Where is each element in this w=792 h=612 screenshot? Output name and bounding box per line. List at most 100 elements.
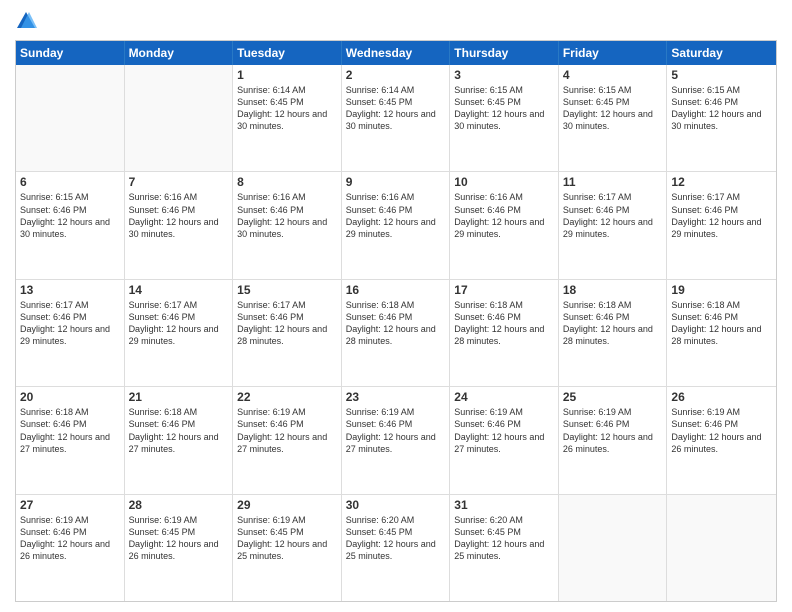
weekday-header: Sunday bbox=[16, 41, 125, 65]
day-info: Sunrise: 6:18 AM Sunset: 6:46 PM Dayligh… bbox=[454, 299, 554, 348]
calendar-cell: 30 Sunrise: 6:20 AM Sunset: 6:45 PM Dayli… bbox=[342, 495, 451, 601]
weekday-header: Tuesday bbox=[233, 41, 342, 65]
calendar-cell: 7Sunrise: 6:16 AM Sunset: 6:46 PM Daylig… bbox=[125, 172, 234, 278]
calendar: SundayMondayTuesdayWednesdayThursdayFrid… bbox=[15, 40, 777, 602]
calendar-cell: 28Sunrise: 6:19 AM Sunset: 6:45 PM Dayli… bbox=[125, 495, 234, 601]
day-info: Sunrise: 6:17 AM Sunset: 6:46 PM Dayligh… bbox=[671, 191, 772, 240]
day-number: 7 bbox=[129, 175, 229, 189]
calendar-cell: 9 Sunrise: 6:16 AM Sunset: 6:46 PM Daylig… bbox=[342, 172, 451, 278]
logo bbox=[15, 10, 41, 32]
day-number: 23 bbox=[346, 390, 446, 404]
day-number: 31 bbox=[454, 498, 554, 512]
day-info: Sunrise: 6:20 AM Sunset: 6:45 PM Dayligh… bbox=[454, 514, 554, 563]
day-number: 14 bbox=[129, 283, 229, 297]
calendar-cell: 16 Sunrise: 6:18 AM Sunset: 6:46 PM Dayli… bbox=[342, 280, 451, 386]
day-number: 25 bbox=[563, 390, 663, 404]
day-number: 19 bbox=[671, 283, 772, 297]
day-info: Sunrise: 6:19 AM Sunset: 6:45 PM Dayligh… bbox=[237, 514, 337, 563]
calendar-cell: 4Sunrise: 6:15 AM Sunset: 6:45 PM Daylig… bbox=[559, 65, 668, 171]
calendar-cell: 15 Sunrise: 6:17 AM Sunset: 6:46 PM Dayli… bbox=[233, 280, 342, 386]
day-info: Sunrise: 6:18 AM Sunset: 6:46 PM Dayligh… bbox=[346, 299, 446, 348]
day-number: 6 bbox=[20, 175, 120, 189]
calendar-cell: 25Sunrise: 6:19 AM Sunset: 6:46 PM Dayli… bbox=[559, 387, 668, 493]
day-number: 18 bbox=[563, 283, 663, 297]
day-info: Sunrise: 6:19 AM Sunset: 6:46 PM Dayligh… bbox=[454, 406, 554, 455]
day-number: 15 bbox=[237, 283, 337, 297]
day-number: 22 bbox=[237, 390, 337, 404]
calendar-cell: 24Sunrise: 6:19 AM Sunset: 6:46 PM Dayli… bbox=[450, 387, 559, 493]
calendar-cell: 27 Sunrise: 6:19 AM Sunset: 6:46 PM Dayli… bbox=[16, 495, 125, 601]
calendar-cell: 20Sunrise: 6:18 AM Sunset: 6:46 PM Dayli… bbox=[16, 387, 125, 493]
day-number: 8 bbox=[237, 175, 337, 189]
calendar-cell: 3 Sunrise: 6:15 AM Sunset: 6:45 PM Daylig… bbox=[450, 65, 559, 171]
calendar-row: 13 Sunrise: 6:17 AM Sunset: 6:46 PM Dayli… bbox=[16, 280, 776, 387]
calendar-cell: 23 Sunrise: 6:19 AM Sunset: 6:46 PM Dayli… bbox=[342, 387, 451, 493]
calendar-row: 20Sunrise: 6:18 AM Sunset: 6:46 PM Dayli… bbox=[16, 387, 776, 494]
weekday-header: Saturday bbox=[667, 41, 776, 65]
day-info: Sunrise: 6:19 AM Sunset: 6:46 PM Dayligh… bbox=[20, 514, 120, 563]
day-info: Sunrise: 6:19 AM Sunset: 6:46 PM Dayligh… bbox=[671, 406, 772, 455]
day-number: 26 bbox=[671, 390, 772, 404]
weekday-header: Friday bbox=[559, 41, 668, 65]
day-number: 16 bbox=[346, 283, 446, 297]
calendar-cell: 31 Sunrise: 6:20 AM Sunset: 6:45 PM Dayli… bbox=[450, 495, 559, 601]
day-number: 12 bbox=[671, 175, 772, 189]
day-info: Sunrise: 6:17 AM Sunset: 6:46 PM Dayligh… bbox=[237, 299, 337, 348]
calendar-cell: 13 Sunrise: 6:17 AM Sunset: 6:46 PM Dayli… bbox=[16, 280, 125, 386]
calendar-cell: 22 Sunrise: 6:19 AM Sunset: 6:46 PM Dayli… bbox=[233, 387, 342, 493]
calendar-cell: 2Sunrise: 6:14 AM Sunset: 6:45 PM Daylig… bbox=[342, 65, 451, 171]
day-number: 5 bbox=[671, 68, 772, 82]
calendar-cell: 12 Sunrise: 6:17 AM Sunset: 6:46 PM Dayli… bbox=[667, 172, 776, 278]
calendar-cell: 19 Sunrise: 6:18 AM Sunset: 6:46 PM Dayli… bbox=[667, 280, 776, 386]
calendar-cell: 8 Sunrise: 6:16 AM Sunset: 6:46 PM Daylig… bbox=[233, 172, 342, 278]
day-info: Sunrise: 6:19 AM Sunset: 6:46 PM Dayligh… bbox=[237, 406, 337, 455]
day-number: 13 bbox=[20, 283, 120, 297]
day-info: Sunrise: 6:18 AM Sunset: 6:46 PM Dayligh… bbox=[129, 406, 229, 455]
calendar-cell bbox=[559, 495, 668, 601]
calendar-cell bbox=[125, 65, 234, 171]
day-info: Sunrise: 6:17 AM Sunset: 6:46 PM Dayligh… bbox=[129, 299, 229, 348]
calendar-cell: 14 Sunrise: 6:17 AM Sunset: 6:46 PM Dayli… bbox=[125, 280, 234, 386]
calendar-row: 27 Sunrise: 6:19 AM Sunset: 6:46 PM Dayli… bbox=[16, 495, 776, 601]
weekday-header: Thursday bbox=[450, 41, 559, 65]
day-info: Sunrise: 6:20 AM Sunset: 6:45 PM Dayligh… bbox=[346, 514, 446, 563]
day-info: Sunrise: 6:14 AM Sunset: 6:45 PM Dayligh… bbox=[237, 84, 337, 133]
day-number: 27 bbox=[20, 498, 120, 512]
page: SundayMondayTuesdayWednesdayThursdayFrid… bbox=[0, 0, 792, 612]
day-number: 11 bbox=[563, 175, 663, 189]
calendar-cell bbox=[16, 65, 125, 171]
calendar-cell: 29 Sunrise: 6:19 AM Sunset: 6:45 PM Dayli… bbox=[233, 495, 342, 601]
calendar-header: SundayMondayTuesdayWednesdayThursdayFrid… bbox=[16, 41, 776, 65]
calendar-cell: 21 Sunrise: 6:18 AM Sunset: 6:46 PM Dayli… bbox=[125, 387, 234, 493]
calendar-cell: 26 Sunrise: 6:19 AM Sunset: 6:46 PM Dayli… bbox=[667, 387, 776, 493]
day-number: 2 bbox=[346, 68, 446, 82]
day-info: Sunrise: 6:15 AM Sunset: 6:45 PM Dayligh… bbox=[563, 84, 663, 133]
day-number: 9 bbox=[346, 175, 446, 189]
calendar-row: 1Sunrise: 6:14 AM Sunset: 6:45 PM Daylig… bbox=[16, 65, 776, 172]
day-info: Sunrise: 6:17 AM Sunset: 6:46 PM Dayligh… bbox=[20, 299, 120, 348]
calendar-cell: 11 Sunrise: 6:17 AM Sunset: 6:46 PM Dayli… bbox=[559, 172, 668, 278]
day-info: Sunrise: 6:19 AM Sunset: 6:45 PM Dayligh… bbox=[129, 514, 229, 563]
calendar-cell: 5 Sunrise: 6:15 AM Sunset: 6:46 PM Daylig… bbox=[667, 65, 776, 171]
calendar-cell: 17Sunrise: 6:18 AM Sunset: 6:46 PM Dayli… bbox=[450, 280, 559, 386]
day-number: 21 bbox=[129, 390, 229, 404]
day-number: 29 bbox=[237, 498, 337, 512]
calendar-row: 6Sunrise: 6:15 AM Sunset: 6:46 PM Daylig… bbox=[16, 172, 776, 279]
calendar-cell bbox=[667, 495, 776, 601]
day-info: Sunrise: 6:18 AM Sunset: 6:46 PM Dayligh… bbox=[671, 299, 772, 348]
day-info: Sunrise: 6:16 AM Sunset: 6:46 PM Dayligh… bbox=[237, 191, 337, 240]
logo-icon bbox=[15, 10, 37, 32]
day-info: Sunrise: 6:17 AM Sunset: 6:46 PM Dayligh… bbox=[563, 191, 663, 240]
weekday-header: Monday bbox=[125, 41, 234, 65]
day-info: Sunrise: 6:16 AM Sunset: 6:46 PM Dayligh… bbox=[454, 191, 554, 240]
day-info: Sunrise: 6:19 AM Sunset: 6:46 PM Dayligh… bbox=[346, 406, 446, 455]
day-info: Sunrise: 6:15 AM Sunset: 6:45 PM Dayligh… bbox=[454, 84, 554, 133]
day-info: Sunrise: 6:16 AM Sunset: 6:46 PM Dayligh… bbox=[346, 191, 446, 240]
weekday-header: Wednesday bbox=[342, 41, 451, 65]
day-info: Sunrise: 6:15 AM Sunset: 6:46 PM Dayligh… bbox=[671, 84, 772, 133]
calendar-body: 1Sunrise: 6:14 AM Sunset: 6:45 PM Daylig… bbox=[16, 65, 776, 601]
day-number: 30 bbox=[346, 498, 446, 512]
header bbox=[15, 10, 777, 32]
day-number: 3 bbox=[454, 68, 554, 82]
day-info: Sunrise: 6:18 AM Sunset: 6:46 PM Dayligh… bbox=[20, 406, 120, 455]
